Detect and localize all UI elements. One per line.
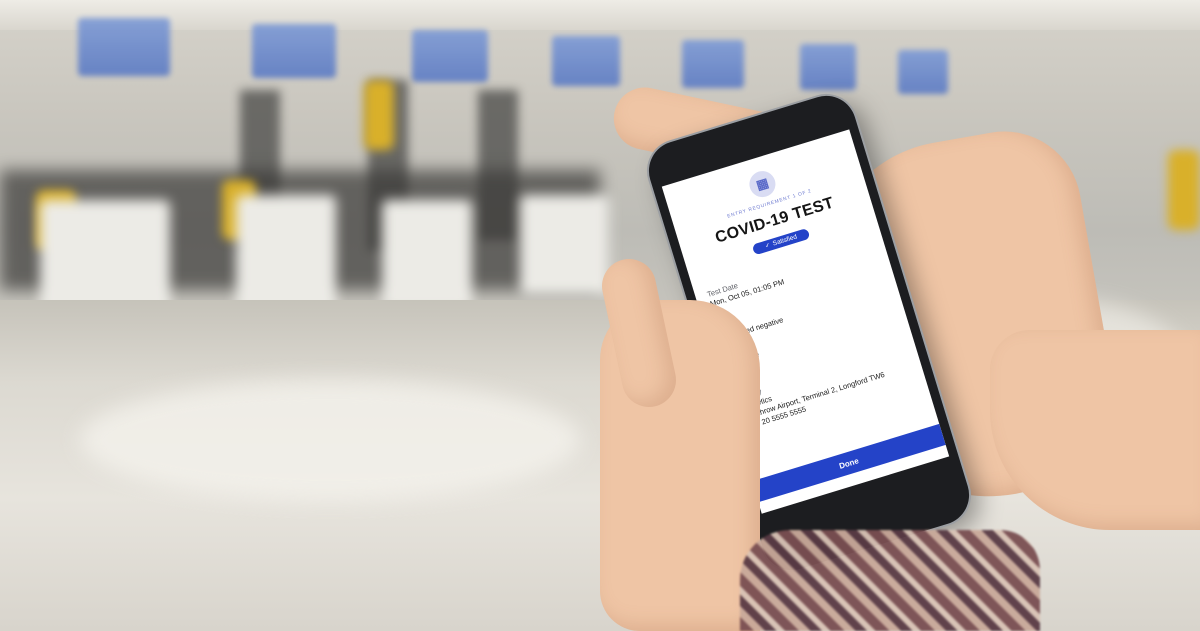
checkin-kiosk xyxy=(382,200,472,310)
monitor-screen xyxy=(800,44,856,90)
monitor-screen xyxy=(78,18,170,76)
monitor-screen xyxy=(252,24,336,78)
check-icon: ✓ xyxy=(764,242,772,250)
floor-reflection xyxy=(80,380,580,500)
passport-icon: ▦ xyxy=(746,167,779,201)
status-badge-label: Satisfied xyxy=(771,233,798,248)
monitor-screen xyxy=(682,40,744,88)
checkin-kiosk xyxy=(520,195,610,295)
monitor-screen xyxy=(412,30,488,82)
ceiling xyxy=(0,0,1200,30)
monitor-screen xyxy=(552,36,620,86)
kiosk-yellow-panel xyxy=(1168,150,1200,230)
shirt-sleeve xyxy=(740,530,1040,631)
checkin-kiosk xyxy=(236,195,336,315)
monitor-screen xyxy=(898,50,948,94)
kiosk-yellow-panel xyxy=(364,80,394,150)
